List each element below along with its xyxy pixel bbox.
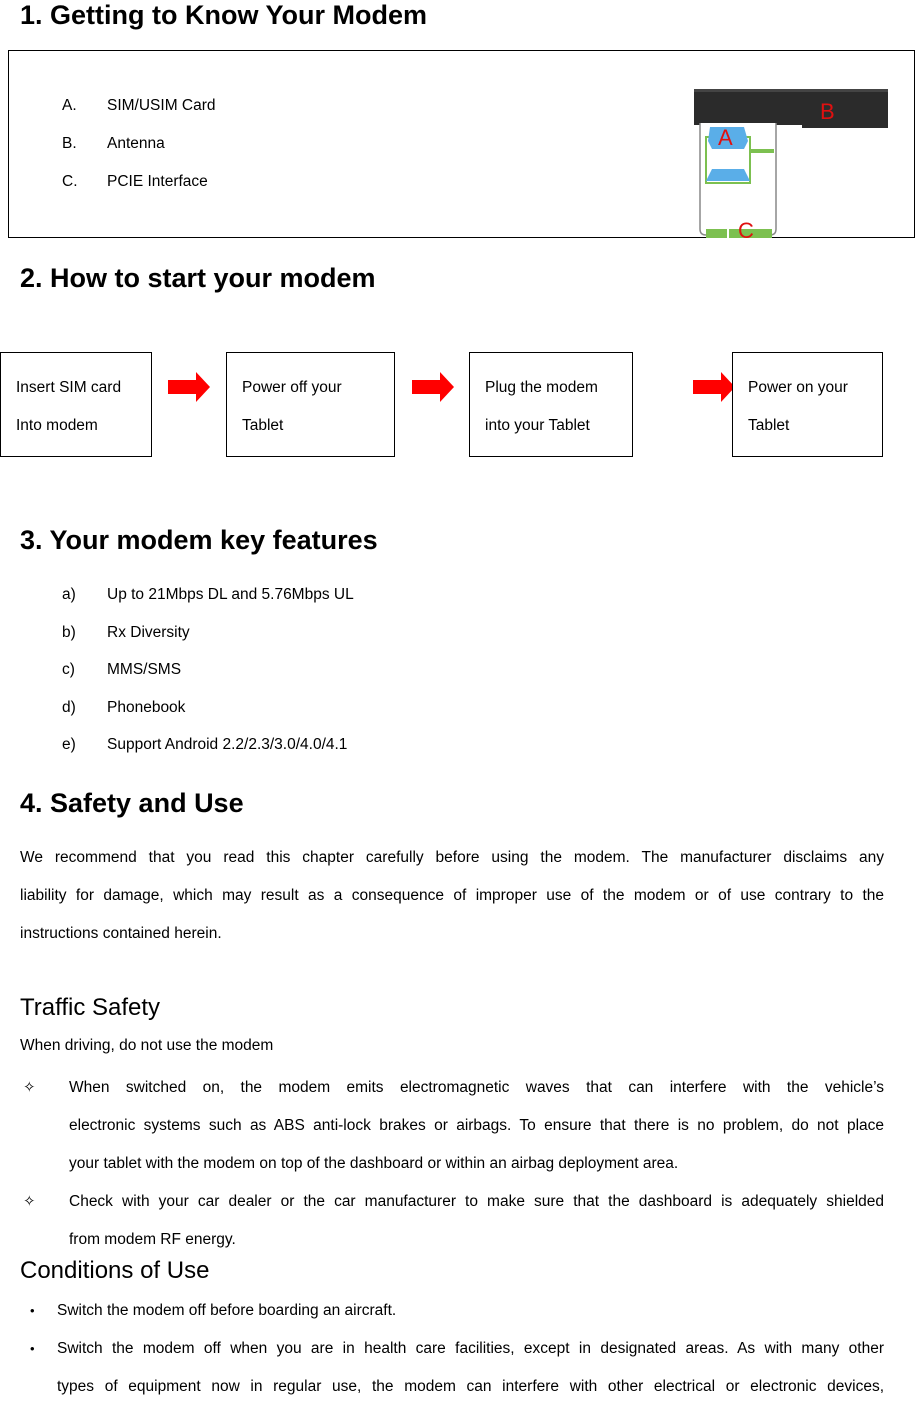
list-item-line: Check with your car dealer or the car ma… xyxy=(69,1193,884,1210)
feature-item: a) Up to 21Mbps DL and 5.76Mbps UL xyxy=(62,585,354,623)
section-4-title: 4. Safety and Use xyxy=(20,788,244,818)
step-3-box: Plug the modem into your Tablet xyxy=(469,352,633,457)
paragraph-line: liability for damage, which may result a… xyxy=(20,887,884,904)
list-item: ✧ When switched on, the modem emits elec… xyxy=(20,1069,884,1183)
part-marker: A. xyxy=(62,97,77,114)
part-marker: B. xyxy=(62,135,77,152)
feature-label: Rx Diversity xyxy=(107,623,190,641)
section-2-title: 2. How to start your modem xyxy=(20,263,376,293)
step-4-line-1: Power on your xyxy=(748,379,848,396)
bullet-icon: • xyxy=(30,1341,35,1356)
feature-marker: e) xyxy=(62,736,76,753)
safety-intro-paragraph: We recommend that you read this chapter … xyxy=(20,839,884,953)
bullet-icon: • xyxy=(30,1303,35,1318)
list-item-line: electronic systems such as ABS anti-lock… xyxy=(69,1117,884,1134)
label-b: B xyxy=(820,99,835,124)
list-item: • Switch the modem off before boarding a… xyxy=(20,1292,884,1330)
part-label: PCIE Interface xyxy=(107,173,208,190)
feature-label: Support Android 2.2/2.3/3.0/4.0/4.1 xyxy=(107,736,348,753)
list-item-line: Switch the modem off before boarding an … xyxy=(57,1302,397,1319)
conditions-of-use-heading: Conditions of Use xyxy=(20,1257,210,1284)
step-3-line-2: into your Tablet xyxy=(485,417,590,434)
step-4-box: Power on your Tablet xyxy=(732,352,883,457)
arrow-right-icon xyxy=(412,372,454,402)
traffic-safety-list: ✧ When switched on, the modem emits elec… xyxy=(20,1069,884,1259)
list-item-line: Switch the modem off when you are in hea… xyxy=(57,1340,884,1357)
paragraph-line: instructions contained herein. xyxy=(20,925,222,942)
antenna-body xyxy=(694,89,888,125)
diamond-bullet-icon: ✧ xyxy=(23,1079,36,1096)
part-item: C. PCIE Interface xyxy=(62,172,216,210)
list-item-line: When switched on, the modem emits electr… xyxy=(69,1079,884,1096)
part-label: Antenna xyxy=(107,135,165,152)
step-2-line-1: Power off your xyxy=(242,379,342,396)
list-item-line: from modem RF energy. xyxy=(69,1231,236,1248)
conditions-list: • Switch the modem off before boarding a… xyxy=(20,1292,884,1406)
feature-marker: d) xyxy=(62,698,76,716)
part-item: A. SIM/USIM Card xyxy=(62,96,216,134)
feature-marker: c) xyxy=(62,661,75,678)
feature-label: Phonebook xyxy=(107,698,186,716)
step-1-line-1: Insert SIM card xyxy=(16,379,122,396)
section-1-title: 1. Getting to Know Your Modem xyxy=(20,0,427,30)
part-item: B. Antenna xyxy=(62,134,216,172)
feature-item: e) Support Android 2.2/2.3/3.0/4.0/4.1 xyxy=(62,735,354,773)
arrow-right-icon xyxy=(168,372,210,402)
feature-marker: b) xyxy=(62,623,76,641)
step-2-box: Power off your Tablet xyxy=(226,352,395,457)
list-item: ✧ Check with your car dealer or the car … xyxy=(20,1183,884,1259)
list-item-line: types of equipment now in regular use, t… xyxy=(57,1378,884,1395)
feature-item: b) Rx Diversity xyxy=(62,623,354,661)
arrow-right-icon xyxy=(693,372,735,402)
step-4-line-2: Tablet xyxy=(748,417,790,434)
step-3-line-1: Plug the modem xyxy=(485,379,598,396)
step-2-line-2: Tablet xyxy=(242,417,284,434)
diamond-bullet-icon: ✧ xyxy=(23,1193,36,1210)
feature-label: MMS/SMS xyxy=(107,661,182,678)
part-marker: C. xyxy=(62,173,78,190)
feature-item: c) MMS/SMS xyxy=(62,660,354,698)
feature-marker: a) xyxy=(62,586,76,603)
section-3-title: 3. Your modem key features xyxy=(20,525,378,555)
feature-item: d) Phonebook xyxy=(62,698,354,736)
modem-parts-list: A. SIM/USIM Card B. Antenna C. PCIE Inte… xyxy=(62,96,216,210)
traffic-safety-heading: Traffic Safety xyxy=(20,994,161,1021)
feature-list: a) Up to 21Mbps DL and 5.76Mbps UL b) Rx… xyxy=(62,585,354,773)
label-a: A xyxy=(718,125,733,150)
traffic-safety-lead: When driving, do not use the modem xyxy=(20,1037,274,1054)
list-item-line: your tablet with the modem on top of the… xyxy=(69,1155,679,1172)
modem-diagram-image: A B C xyxy=(694,89,888,238)
label-c: C xyxy=(738,218,754,238)
step-1-box: Insert SIM card Into modem xyxy=(0,352,152,457)
feature-label: Up to 21Mbps DL and 5.76Mbps UL xyxy=(107,586,354,603)
paragraph-line: We recommend that you read this chapter … xyxy=(20,849,884,866)
step-1-line-2: Into modem xyxy=(16,417,98,434)
part-label: SIM/USIM Card xyxy=(107,97,216,114)
list-item: • Switch the modem off when you are in h… xyxy=(20,1330,884,1406)
